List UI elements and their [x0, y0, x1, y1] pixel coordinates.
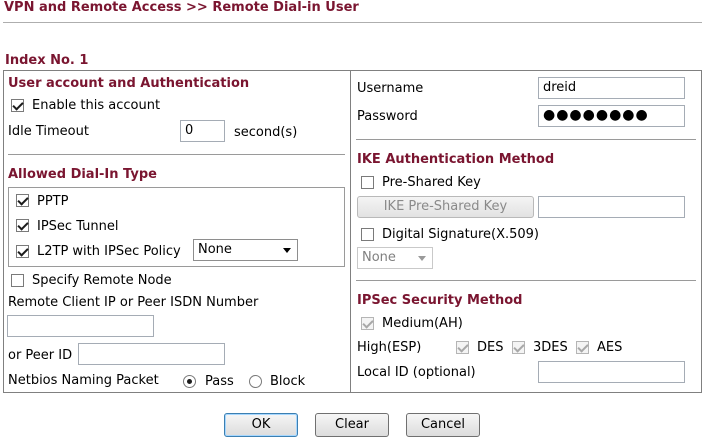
- idle-timeout-input[interactable]: 0: [180, 120, 225, 142]
- digital-signature-checkbox[interactable]: [361, 228, 374, 241]
- right-divider-2: [356, 280, 696, 281]
- password-label: Password: [357, 109, 418, 124]
- ipsec-tunnel-checkbox[interactable]: [16, 219, 29, 232]
- dialin-list-right: [344, 187, 345, 267]
- enable-account-label: Enable this account: [32, 98, 161, 113]
- local-id-input[interactable]: [538, 361, 685, 383]
- enable-account-checkbox[interactable]: [11, 99, 24, 112]
- right-divider-1: [356, 139, 696, 140]
- pre-shared-key-checkbox[interactable]: [361, 176, 374, 189]
- netbios-block-radio[interactable]: [249, 375, 262, 388]
- username-label: Username: [357, 81, 424, 96]
- ike-pre-shared-key-button[interactable]: IKE Pre-Shared Key: [357, 196, 534, 218]
- remote-ip-label: Remote Client IP or Peer ISDN Number: [8, 295, 259, 310]
- pre-shared-key-input[interactable]: [538, 196, 685, 218]
- des-checkbox[interactable]: [456, 341, 469, 354]
- 3des-checkbox[interactable]: [512, 341, 525, 354]
- specify-remote-node-checkbox[interactable]: [11, 274, 24, 287]
- des-label: DES: [477, 340, 504, 355]
- dialin-list-top: [8, 187, 345, 188]
- medium-ah-checkbox[interactable]: [361, 317, 374, 330]
- dialin-list-left: [8, 187, 9, 267]
- ok-button[interactable]: OK: [224, 413, 298, 437]
- 3des-label: 3DES: [533, 340, 568, 355]
- netbios-pass-label: Pass: [205, 374, 234, 389]
- ike-section-title: IKE Authentication Method: [357, 152, 555, 167]
- certificate-select-value: None: [362, 250, 396, 265]
- local-id-label: Local ID (optional): [357, 365, 476, 380]
- column-divider: [350, 70, 351, 393]
- dialin-list-bottom: [8, 266, 345, 267]
- ipsec-section-title: IPSec Security Method: [357, 293, 523, 308]
- clear-button[interactable]: Clear: [315, 413, 389, 437]
- netbios-pass-radio[interactable]: [183, 375, 196, 388]
- l2tp-label: L2TP with IPSec Policy: [37, 244, 181, 259]
- l2tp-checkbox[interactable]: [16, 245, 29, 258]
- pre-shared-key-label: Pre-Shared Key: [382, 175, 481, 190]
- medium-ah-label: Medium(AH): [382, 316, 463, 331]
- aes-checkbox[interactable]: [576, 341, 589, 354]
- left-divider-1: [8, 154, 345, 155]
- pptp-checkbox[interactable]: [16, 194, 29, 207]
- password-input[interactable]: ●●●●●●●●: [538, 105, 685, 127]
- l2tp-policy-value: None: [198, 242, 232, 257]
- ipsec-tunnel-label: IPSec Tunnel: [37, 219, 119, 234]
- netbios-label: Netbios Naming Packet: [8, 373, 159, 388]
- title-divider: [3, 22, 702, 23]
- dialin-section-title: Allowed Dial-In Type: [8, 167, 157, 182]
- l2tp-policy-select[interactable]: None: [193, 239, 298, 261]
- digital-signature-label: Digital Signature(X.509): [382, 227, 540, 242]
- idle-timeout-label: Idle Timeout: [8, 124, 89, 139]
- certificate-select[interactable]: None: [357, 247, 433, 269]
- index-label: Index No. 1: [5, 53, 89, 68]
- specify-remote-node-label: Specify Remote Node: [32, 273, 172, 288]
- high-esp-label: High(ESP): [357, 340, 422, 355]
- aes-label: AES: [597, 340, 623, 355]
- remote-ip-input[interactable]: [7, 315, 154, 337]
- netbios-block-label: Block: [270, 374, 306, 389]
- pptp-label: PPTP: [37, 194, 69, 209]
- peer-id-label: or Peer ID: [8, 348, 73, 363]
- cancel-button[interactable]: Cancel: [406, 413, 480, 437]
- peer-id-input[interactable]: [78, 343, 225, 365]
- username-input[interactable]: dreid: [538, 77, 685, 99]
- chevron-down-icon: [418, 256, 426, 261]
- chevron-down-icon: [283, 248, 291, 253]
- account-section-title: User account and Authentication: [8, 76, 250, 91]
- page-title: VPN and Remote Access >> Remote Dial-in …: [4, 0, 359, 15]
- idle-timeout-unit: second(s): [234, 125, 298, 140]
